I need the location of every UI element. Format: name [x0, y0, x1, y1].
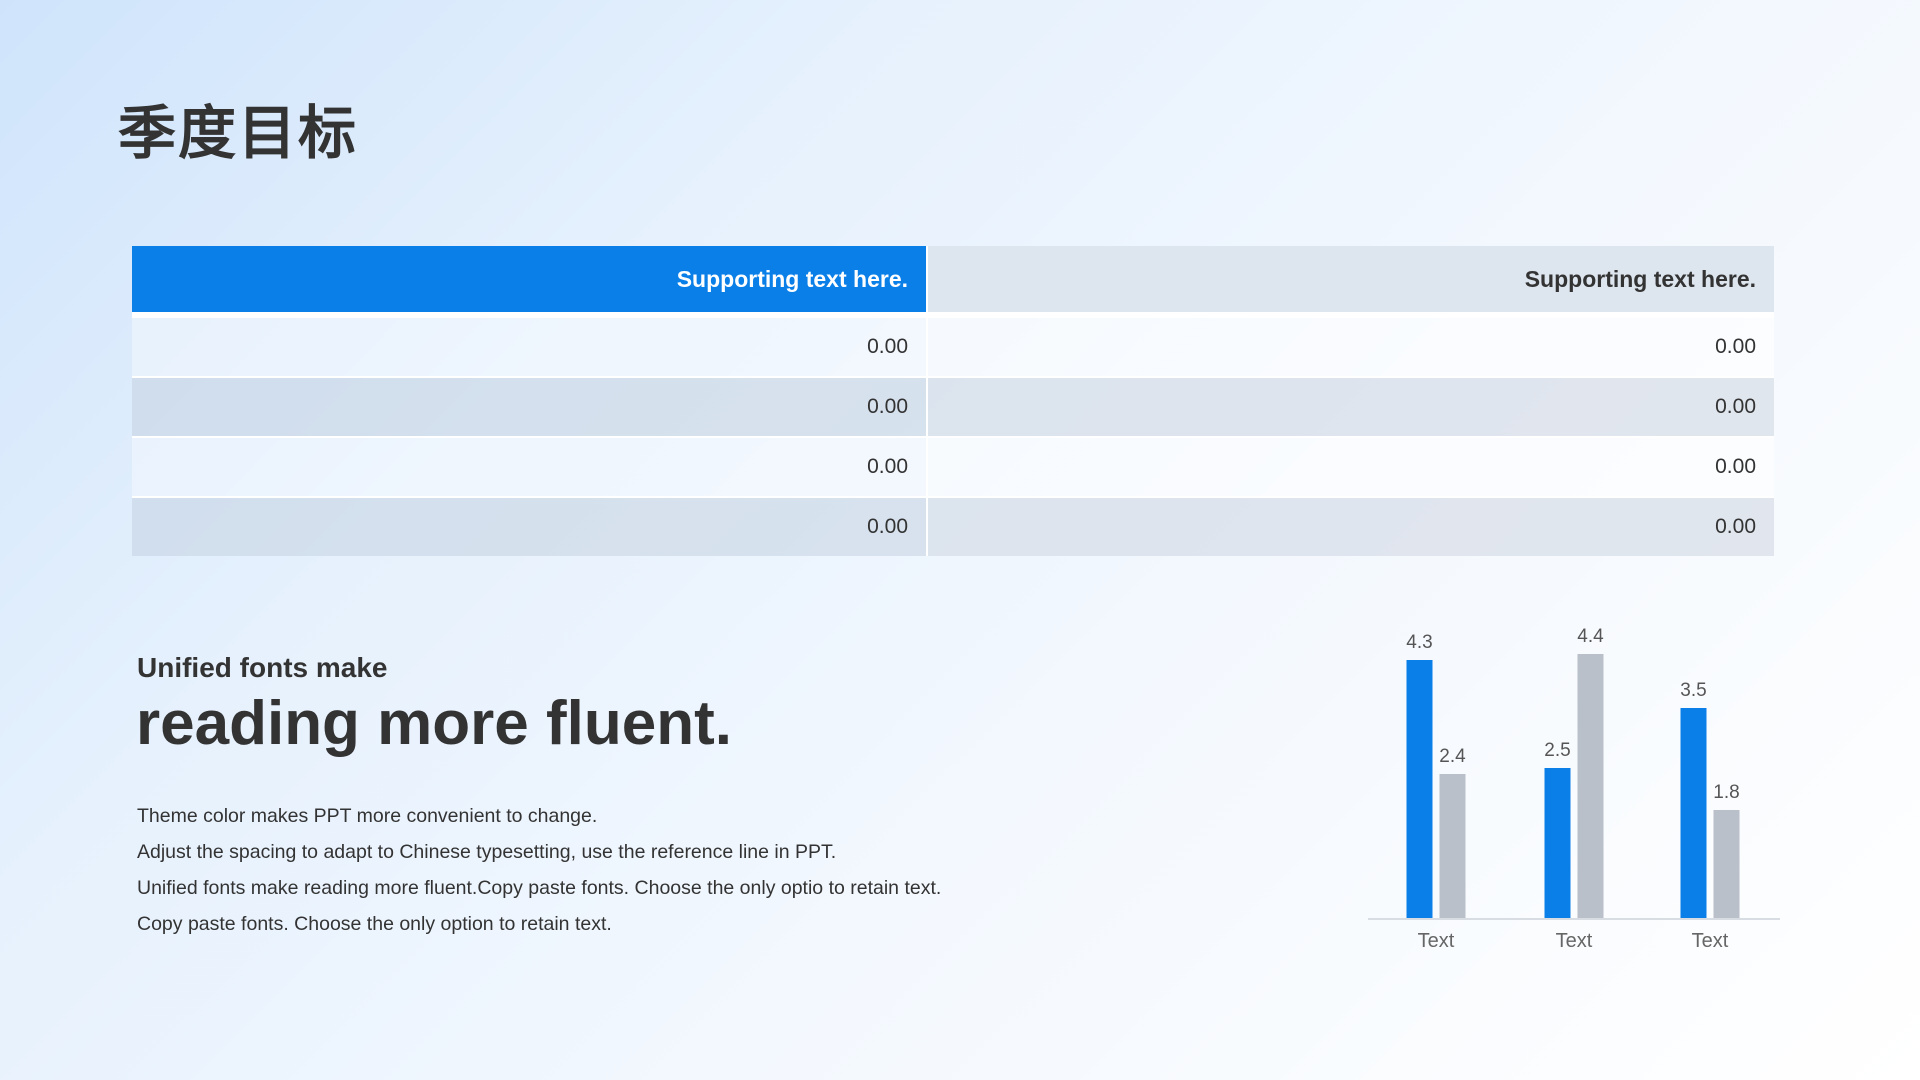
data-table: Supporting text here. Supporting text he… — [132, 246, 1774, 556]
table-cell: 0.00 — [926, 376, 1774, 436]
table-cell: 0.00 — [132, 496, 926, 556]
table-row: 0.00 0.00 — [132, 376, 1774, 436]
table-header-cell: Supporting text here. — [926, 246, 1774, 312]
bar — [1680, 708, 1707, 918]
table-cell: 0.00 — [926, 496, 1774, 556]
page-title: 季度目标 — [118, 99, 359, 167]
table-header-cell: Supporting text here. — [132, 246, 926, 312]
bar-chart: 4.3 2.4 Text 2.5 4.4 Text 3.5 1.8 Text — [1368, 626, 1780, 952]
table-cell: 0.00 — [132, 376, 926, 436]
table-row: 0.00 0.00 — [132, 436, 1774, 496]
table-row: 0.00 0.00 — [132, 316, 1774, 376]
bar — [1713, 810, 1740, 918]
body-paragraph: Theme color makes PPT more convenient to… — [137, 798, 1037, 942]
table-cell: 0.00 — [132, 316, 926, 376]
x-tick-label: Text — [1556, 930, 1593, 952]
section-subhead: Unified fonts make — [137, 652, 388, 683]
bar — [1406, 660, 1433, 918]
table-cell: 0.00 — [926, 436, 1774, 496]
data-label: 2.5 — [1544, 740, 1570, 761]
body-line: Copy paste fonts. Choose the only option… — [137, 913, 612, 935]
table-cell: 0.00 — [926, 316, 1774, 376]
bar — [1577, 654, 1604, 918]
body-line: Theme color makes PPT more convenient to… — [137, 805, 598, 827]
bar — [1439, 774, 1466, 918]
data-label: 3.5 — [1680, 680, 1706, 701]
data-label: 4.4 — [1577, 626, 1604, 647]
section-headline: reading more fluent. — [136, 689, 732, 758]
x-tick-label: Text — [1692, 930, 1729, 952]
bar — [1544, 768, 1571, 918]
data-label: 2.4 — [1439, 746, 1466, 767]
table-cell: 0.00 — [132, 436, 926, 496]
data-label: 4.3 — [1406, 632, 1432, 653]
x-tick-label: Text — [1418, 930, 1455, 952]
table-header-row: Supporting text here. Supporting text he… — [132, 246, 1774, 316]
data-label: 1.8 — [1713, 782, 1739, 803]
table-row: 0.00 0.00 — [132, 496, 1774, 556]
body-line: Unified fonts make reading more fluent.C… — [137, 877, 942, 899]
body-line: Adjust the spacing to adapt to Chinese t… — [137, 841, 837, 863]
